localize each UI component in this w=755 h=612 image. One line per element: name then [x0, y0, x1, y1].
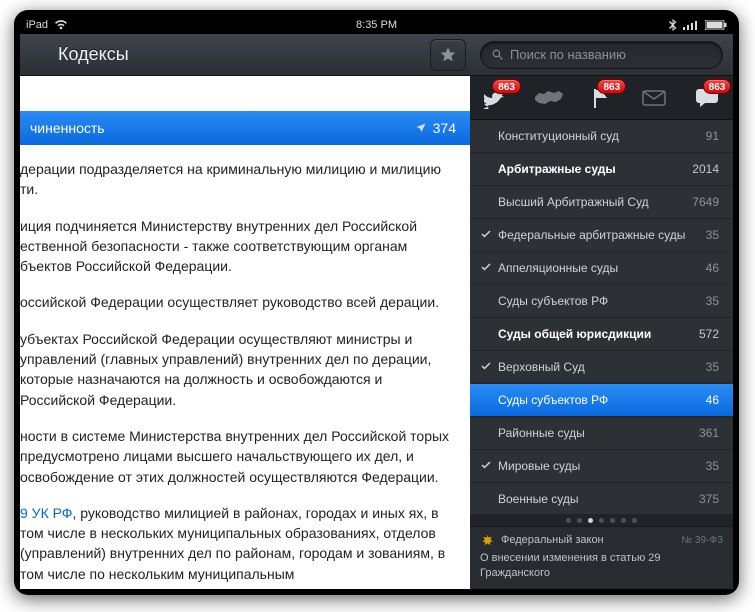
court-label: Суды субъектов РФ	[498, 393, 706, 407]
court-row[interactable]: Районные суды361	[470, 417, 733, 450]
doc-paragraph: 9 УК РФ, руководство милицией в районах,…	[20, 503, 456, 584]
clock: 8:35 PM	[20, 19, 733, 31]
doc-paragraph: убъектах Российской Федерации осуществля…	[20, 329, 456, 410]
emblem-icon	[480, 534, 494, 548]
side-panel: Поиск по названию 863 863	[470, 34, 733, 589]
tab-flag[interactable]: 863	[581, 77, 621, 119]
tab-bird[interactable]: 863	[476, 77, 516, 119]
doc-paragraph: ности в системе Министерства внутренних …	[20, 426, 456, 487]
search-placeholder: Поиск по названию	[510, 47, 626, 62]
court-count: 35	[706, 228, 719, 242]
mail-icon	[642, 90, 666, 106]
document-body: дерации подразделяется на криминальную м…	[20, 145, 470, 589]
tab-map[interactable]	[529, 77, 569, 119]
tab-chat[interactable]: 863	[687, 77, 727, 119]
badge: 863	[492, 79, 521, 94]
screen: iPad 8:35 PM Кодексы чиненность 374	[20, 16, 733, 589]
court-row[interactable]: Мировые суды35	[470, 450, 733, 483]
search-icon	[491, 48, 504, 61]
banner-count: 374	[415, 120, 470, 136]
check-icon	[480, 261, 498, 276]
court-label: Верховный Суд	[498, 360, 706, 374]
court-row[interactable]: Суды общей юрисдикции572	[470, 318, 733, 351]
doc-paragraph: дерации подразделяется на криминальную м…	[20, 159, 456, 200]
court-row[interactable]: Арбитражные суды2014	[470, 153, 733, 186]
search-row: Поиск по названию	[470, 34, 733, 76]
court-row[interactable]: Высший Арбитражный Суд7649	[470, 186, 733, 219]
court-row[interactable]: Аппеляционные суды46	[470, 252, 733, 285]
court-count: 35	[706, 294, 719, 308]
court-label: Мировые суды	[498, 459, 706, 473]
device-frame: iPad 8:35 PM Кодексы чиненность 374	[14, 10, 739, 595]
court-row[interactable]: Федеральные арбитражные суды35	[470, 219, 733, 252]
court-row[interactable]: Военные суды375	[470, 483, 733, 514]
court-label: Конституционный суд	[498, 129, 706, 143]
share-icon	[415, 122, 427, 134]
search-input[interactable]: Поиск по названию	[480, 41, 723, 69]
court-label: Военные суды	[498, 492, 699, 506]
doc-text: , руководство милицией в районах, города…	[20, 505, 445, 582]
pager[interactable]	[470, 514, 733, 526]
court-count: 46	[706, 393, 719, 407]
court-label: Высший Арбитражный Суд	[498, 195, 692, 209]
court-count: 35	[706, 459, 719, 473]
bluetooth-icon	[669, 19, 677, 31]
tab-mail[interactable]	[634, 77, 674, 119]
russia-map-icon	[534, 89, 564, 107]
page-title: Кодексы	[58, 44, 129, 65]
court-label: Аппеляционные суды	[498, 261, 706, 275]
signal-icon	[683, 20, 699, 30]
court-label: Районные суды	[498, 426, 699, 440]
check-icon	[480, 459, 498, 474]
court-count: 361	[699, 426, 719, 440]
article-banner[interactable]: чиненность 374	[20, 111, 470, 145]
check-icon	[480, 360, 498, 375]
court-count: 572	[699, 327, 719, 341]
badge: 863	[597, 79, 626, 94]
court-label: Федеральные арбитражные суды	[498, 228, 706, 242]
battery-icon	[705, 20, 727, 30]
court-count: 91	[706, 129, 719, 143]
device-label: iPad	[26, 19, 48, 31]
court-count: 2014	[692, 162, 719, 176]
banner-label: чиненность	[30, 120, 105, 136]
doc-paragraph: иция подчиняется Министерству внутренних…	[20, 216, 456, 277]
court-row[interactable]: Суды субъектов РФ35	[470, 285, 733, 318]
footer-ref: № 39-ФЗ	[681, 534, 723, 548]
footer-type: Федеральный закон	[501, 533, 604, 548]
court-label: Суды общей юрисдикции	[498, 327, 699, 341]
court-count: 7649	[692, 195, 719, 209]
court-list[interactable]: Конституционный суд91Арбитражные суды201…	[470, 120, 733, 514]
badge: 863	[703, 79, 732, 94]
doc-paragraph: оссийской Федерации осуществляет руковод…	[20, 292, 456, 312]
footer-law[interactable]: Федеральный закон № 39-ФЗ О внесении изм…	[470, 526, 733, 589]
court-label: Арбитражные суды	[498, 162, 692, 176]
content-header: Кодексы	[20, 34, 470, 76]
footer-desc: О внесении изменения в статью 29 Граждан…	[480, 551, 723, 581]
court-row[interactable]: Конституционный суд91	[470, 120, 733, 153]
tab-row: 863 863 863	[470, 76, 733, 120]
court-count: 46	[706, 261, 719, 275]
court-label: Суды субъектов РФ	[498, 294, 706, 308]
court-count: 375	[699, 492, 719, 506]
court-row[interactable]: Суды субъектов РФ46	[470, 384, 733, 417]
court-count: 35	[706, 360, 719, 374]
wifi-icon	[54, 20, 68, 30]
law-link[interactable]: 9 УК РФ	[20, 505, 72, 521]
court-row[interactable]: Верховный Суд35	[470, 351, 733, 384]
star-icon	[439, 46, 457, 64]
check-icon	[480, 228, 498, 243]
status-bar: iPad 8:35 PM	[20, 16, 733, 34]
favorite-button[interactable]	[430, 39, 466, 71]
